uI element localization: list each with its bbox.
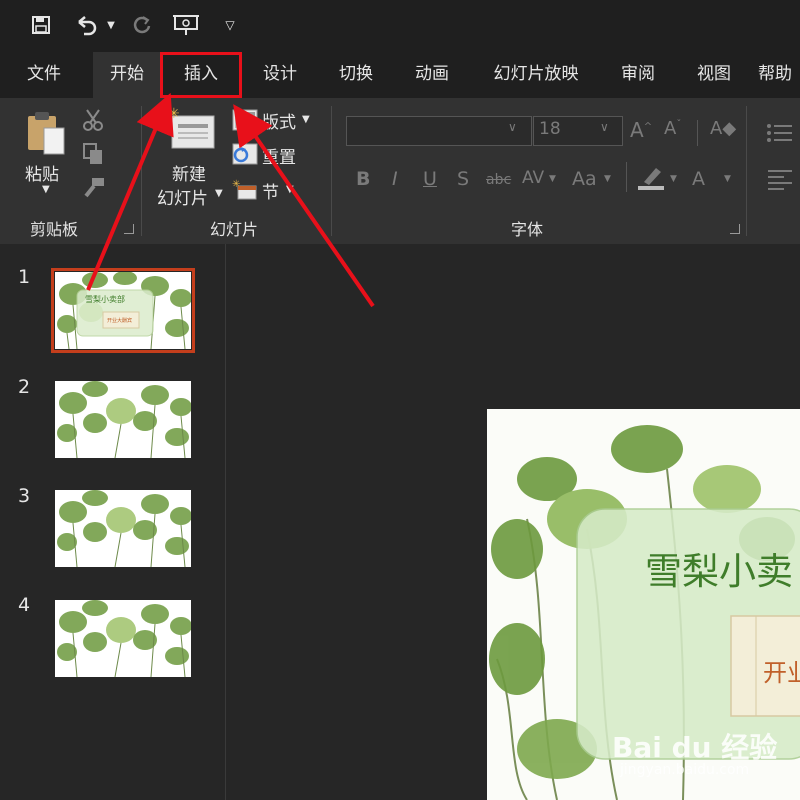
slide-thumbnail-4[interactable] — [55, 600, 191, 677]
cut-icon[interactable] — [82, 108, 104, 136]
ribbon-tabs: 文件 开始 插入 设计 切换 动画 幻灯片放映 审阅 视图 帮助 — [0, 52, 800, 98]
tab-design[interactable]: 设计 — [248, 52, 312, 98]
font-size-value: 18 — [539, 119, 561, 139]
highlight-dropdown-icon[interactable]: ▼ — [670, 174, 677, 184]
font-divider — [626, 162, 627, 192]
new-slide-icon[interactable]: ✳ — [168, 106, 218, 156]
font-size-dropdown-icon[interactable]: ∨ — [600, 120, 609, 134]
font-group-label: 字体 — [511, 220, 544, 239]
tab-animations[interactable]: 动画 — [400, 52, 464, 98]
bold-button[interactable]: B — [356, 168, 370, 190]
tab-home[interactable]: 开始 — [93, 52, 161, 98]
new-slide-label-1[interactable]: 新建 — [172, 160, 206, 185]
svg-text:✳: ✳ — [168, 106, 180, 122]
underline-button[interactable]: U — [423, 168, 437, 190]
tab-insert[interactable]: 插入 — [160, 52, 242, 98]
ribbon: 粘贴 ▼ 剪贴板 ✳ 新建 幻灯片 ▼ 版式 ▼ 重置 ✳ 节 ▼ 幻灯片 ∨ … — [0, 98, 800, 244]
slides-group-label: 幻灯片 — [210, 220, 259, 239]
font-color-dropdown-icon[interactable]: ▼ — [724, 174, 731, 184]
paste-dropdown-icon[interactable]: ▼ — [42, 184, 50, 195]
shadow-button[interactable]: S — [457, 168, 469, 190]
character-spacing-button[interactable]: AV — [522, 168, 544, 188]
new-slide-label-2[interactable]: 幻灯片 — [157, 184, 208, 209]
section-icon[interactable]: ✳ — [232, 178, 258, 204]
font-launcher-icon[interactable] — [730, 224, 740, 234]
format-painter-icon[interactable] — [82, 176, 106, 204]
watermark-url: jingyan.baidu.com — [620, 762, 750, 778]
slide-thumbnail-3[interactable] — [55, 490, 191, 567]
clipboard-launcher-icon[interactable] — [124, 224, 134, 234]
thumbnail-title: 雪梨小卖部 — [85, 295, 125, 304]
change-case-dropdown-icon[interactable]: ▼ — [604, 174, 611, 184]
layout-icon[interactable] — [232, 109, 258, 135]
redo-icon[interactable] — [128, 10, 156, 40]
slide-title[interactable]: 雪梨小卖 — [645, 541, 793, 595]
align-left-icon[interactable] — [768, 168, 792, 194]
customize-qat-icon[interactable]: ▽ — [220, 10, 240, 40]
tab-file[interactable]: 文件 — [10, 52, 78, 98]
section-dropdown-icon[interactable]: ▼ — [286, 184, 294, 195]
change-case-button[interactable]: Aa — [572, 168, 597, 190]
italic-button[interactable]: I — [392, 168, 398, 190]
undo-dropdown-icon[interactable]: ▼ — [104, 10, 118, 40]
clear-formatting-icon[interactable]: A◆ — [710, 118, 736, 139]
font-name-dropdown-icon[interactable]: ∨ — [508, 120, 517, 134]
tab-slideshow[interactable]: 幻灯片放映 — [476, 52, 596, 98]
decrease-font-icon[interactable]: Aˇ — [664, 118, 681, 139]
slide-number: 1 — [18, 266, 31, 288]
new-slide-dropdown-icon[interactable]: ▼ — [215, 188, 223, 199]
group-divider — [746, 106, 747, 236]
section-button[interactable]: 节 — [262, 178, 279, 203]
character-spacing-dropdown-icon[interactable]: ▼ — [549, 174, 556, 184]
tab-view[interactable]: 视图 — [682, 52, 746, 98]
slide-number: 2 — [18, 376, 31, 398]
layout-button[interactable]: 版式 — [262, 108, 296, 133]
paste-button[interactable]: 粘贴 — [25, 160, 59, 185]
svg-text:✳: ✳ — [232, 179, 240, 190]
font-name-combobox[interactable] — [346, 116, 532, 146]
highlight-color-icon[interactable] — [636, 164, 666, 196]
clipboard-group-label: 剪贴板 — [30, 220, 79, 239]
bullets-icon[interactable] — [766, 122, 792, 148]
lotus-leaf-illustration — [57, 600, 191, 677]
reset-button[interactable]: 重置 — [262, 143, 296, 168]
font-divider — [697, 120, 698, 146]
quick-access-toolbar: ▼ ▽ — [0, 0, 800, 52]
layout-dropdown-icon[interactable]: ▼ — [302, 114, 310, 125]
present-from-start-icon[interactable] — [170, 10, 202, 40]
tab-help[interactable]: 帮助 — [758, 52, 800, 98]
group-divider — [331, 106, 332, 236]
font-color-button[interactable]: A — [692, 168, 705, 190]
slide-number: 3 — [18, 485, 31, 507]
undo-icon[interactable] — [72, 10, 102, 40]
increase-font-icon[interactable]: A^ — [630, 118, 652, 142]
save-icon[interactable] — [28, 10, 54, 40]
thumbnail-subtitle: 开业大酬宾 — [107, 318, 133, 324]
group-divider — [141, 106, 142, 236]
slide-thumbnail-1[interactable]: 雪梨小卖部 开业大酬宾 — [51, 268, 195, 353]
reset-icon[interactable] — [232, 143, 258, 169]
slide-subtitle[interactable]: 开业 — [763, 653, 800, 688]
copy-icon[interactable] — [82, 142, 104, 170]
tab-review[interactable]: 审阅 — [606, 52, 670, 98]
tab-transitions[interactable]: 切换 — [324, 52, 388, 98]
slide-number: 4 — [18, 594, 31, 616]
lotus-leaf-illustration — [57, 272, 191, 349]
strikethrough-button[interactable]: abc — [486, 172, 511, 188]
slide-thumbnail-2[interactable] — [55, 381, 191, 458]
watermark-brand: Bai du 经验 — [612, 731, 778, 764]
lotus-leaf-illustration — [57, 381, 191, 458]
lotus-leaf-illustration — [57, 490, 191, 567]
paste-icon[interactable] — [24, 110, 68, 160]
